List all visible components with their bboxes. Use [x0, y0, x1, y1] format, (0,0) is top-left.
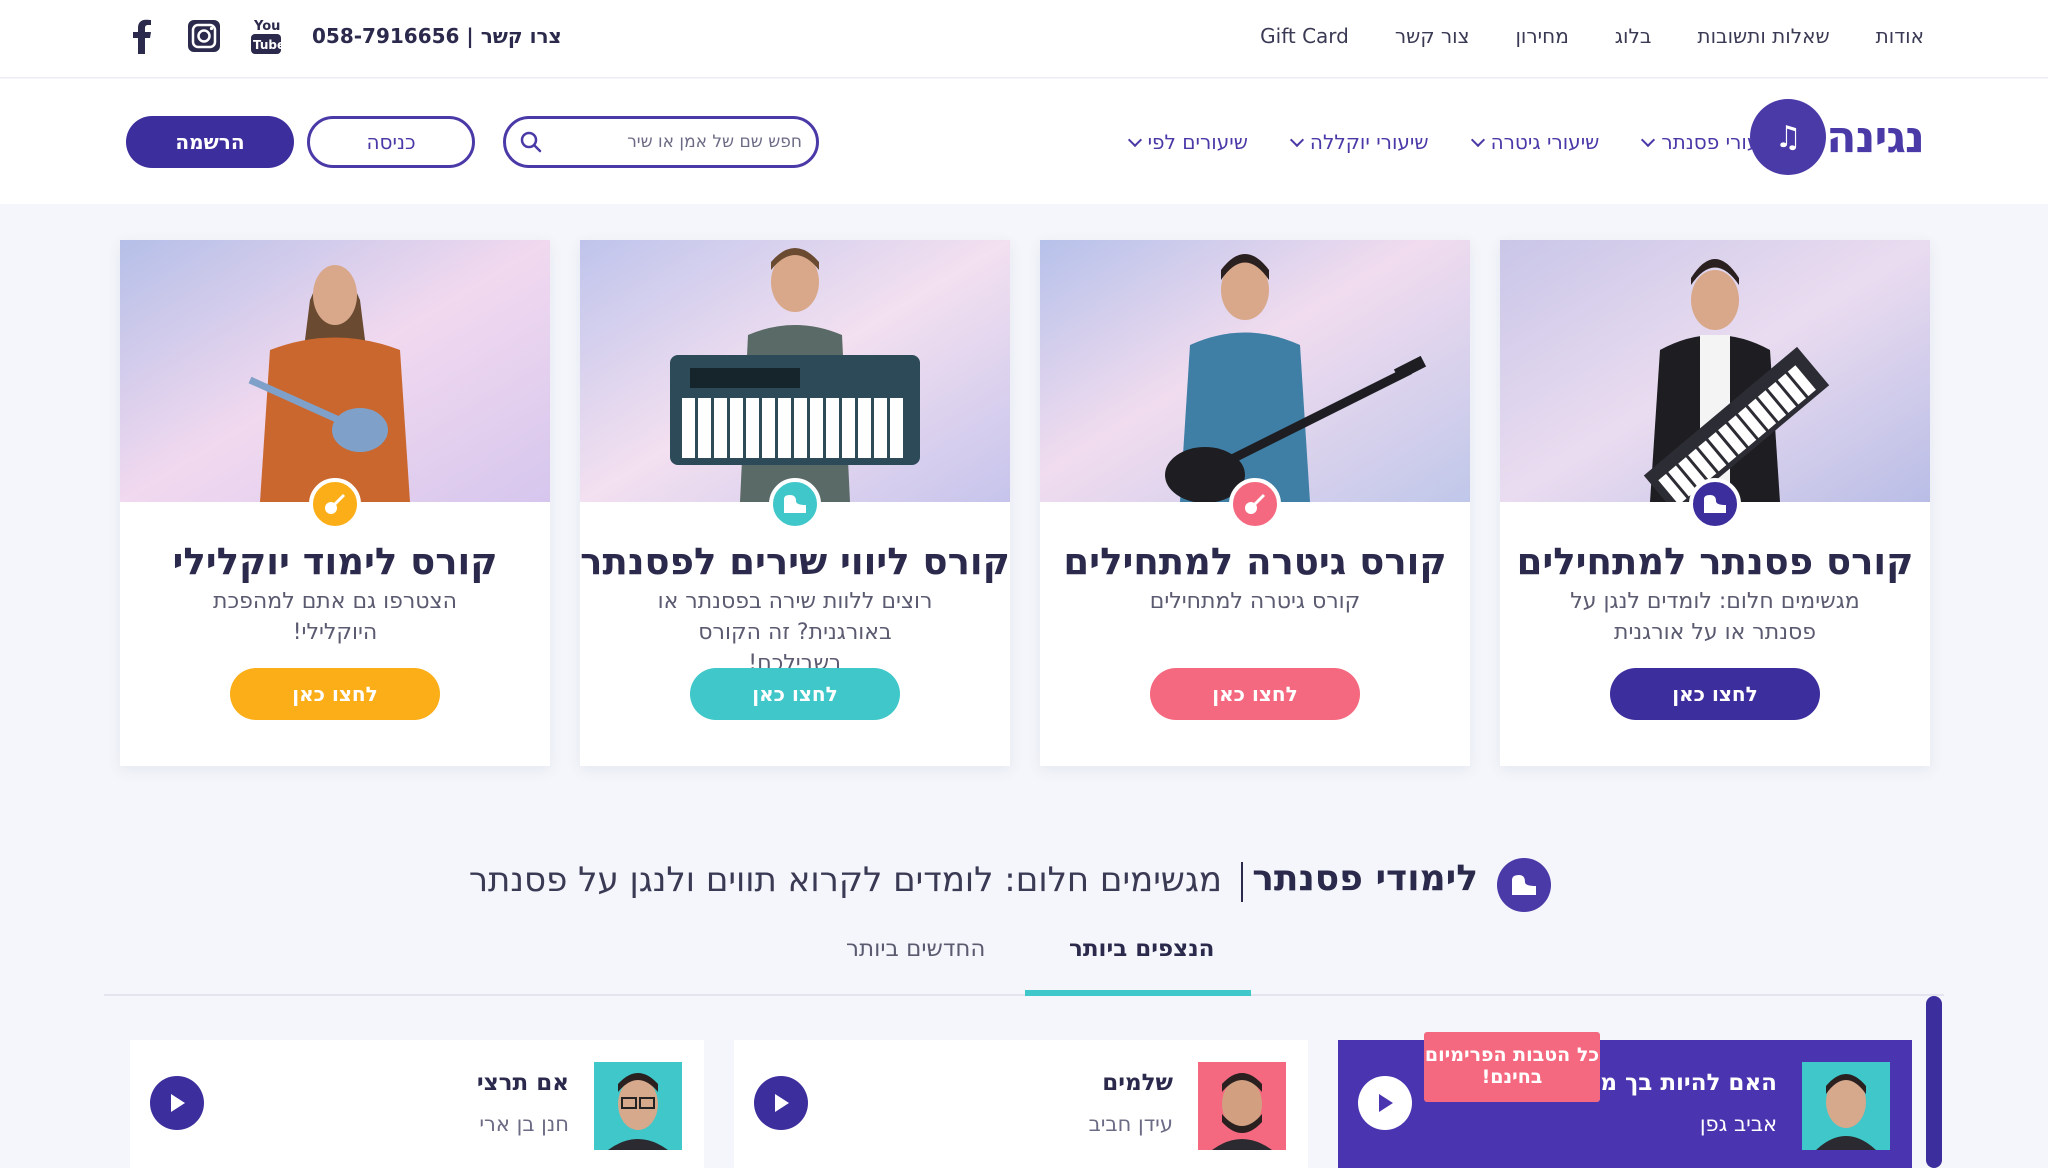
top-nav-pricing[interactable]: מחירון: [1515, 24, 1568, 48]
main-header: נגינה ♫ שיעורי פסנתר שיעורי גיטרה שיעורי…: [0, 79, 2048, 204]
song-item[interactable]: שלמים עידן חביב: [734, 1040, 1308, 1168]
course-card-piano: קורס פסנתר למתחילים מגשימים חלום: לומדים…: [1500, 240, 1930, 766]
guitar-icon: [1229, 478, 1281, 530]
course-card-song-accompaniment: קורס ליווי שירים לפסנתר רוצים ללוות שירה…: [580, 240, 1010, 766]
play-icon[interactable]: [150, 1076, 204, 1130]
premium-promo-badge[interactable]: כל הטבות הפרימיום בחינם!: [1424, 1032, 1600, 1102]
search-box: [503, 116, 819, 168]
chevron-down-icon: [1289, 132, 1304, 147]
chevron-down-icon: [1127, 132, 1142, 147]
course-cta-button[interactable]: לחצו כאן: [1610, 668, 1820, 720]
section-divider: [1241, 862, 1243, 902]
song-name: אם תרצי: [476, 1070, 569, 1096]
piano-icon: [1689, 478, 1741, 530]
song-name: האם להיות בך מא: [1583, 1070, 1777, 1096]
nav-lessons-by[interactable]: שיעורים לפי: [1127, 130, 1248, 154]
logo[interactable]: נגינה ♫: [1750, 99, 1925, 175]
course-cta-button[interactable]: לחצו כאן: [230, 668, 440, 720]
instagram-icon[interactable]: [184, 16, 224, 56]
chevron-down-icon: [1641, 132, 1656, 147]
piano-section-header: לימודי פסנתר מגשימים חלום: לומדים לקרוא …: [0, 848, 2048, 918]
course-title: קורס גיטרה למתחילים: [1063, 540, 1447, 583]
course-image-guitar: [1040, 240, 1470, 502]
course-description: רוצים ללוות שירה בפסנתר או באורגנית? זה …: [657, 589, 933, 676]
course-title: קורס פסנתר למתחילים: [1516, 540, 1914, 583]
top-nav-contact[interactable]: צור קשר: [1395, 24, 1470, 48]
song-name: שלמים: [1102, 1070, 1173, 1096]
main-nav: שיעורי פסנתר שיעורי גיטרה שיעורי יוקללה …: [1127, 130, 1778, 154]
course-cta-button[interactable]: לחצו כאן: [690, 668, 900, 720]
top-nav-blog[interactable]: בלוג: [1615, 24, 1652, 48]
top-nav: אודות שאלות ותשובות בלוג מחירון צור קשר …: [1260, 24, 1924, 48]
active-tab-indicator: [1025, 990, 1251, 996]
tab-most-viewed[interactable]: הנצפים ביותר: [1069, 936, 1214, 962]
course-card-guitar: קורס גיטרה למתחילים קורס גיטרה למתחילים …: [1040, 240, 1470, 766]
nav-piano-lessons[interactable]: שיעורי פסנתר: [1641, 130, 1778, 154]
song-item[interactable]: אם תרצי חנן בן ארי: [130, 1040, 704, 1168]
course-description: מגשימים חלום: לומדים לנגן על פסנתר או על…: [1570, 589, 1860, 645]
nav-guitar-lessons[interactable]: שיעורי גיטרה: [1470, 130, 1599, 154]
course-cta-button[interactable]: לחצו כאן: [1150, 668, 1360, 720]
artist-avatar: [1198, 1062, 1286, 1150]
facebook-icon[interactable]: [122, 16, 162, 56]
piano-icon: [1497, 858, 1551, 912]
social-links: You Tube: [122, 16, 286, 56]
song-artist: חנן בן ארי: [479, 1112, 569, 1136]
section-subtitle: מגשימים חלום: לומדים לקרוא תווים ולנגן ע…: [468, 860, 1222, 900]
svg-text:You: You: [253, 19, 280, 34]
play-icon[interactable]: [754, 1076, 808, 1130]
logo-text: נגינה: [1826, 111, 1925, 163]
tab-newest[interactable]: החדשים ביותר: [846, 936, 985, 962]
course-description: קורס גיטרה למתחילים: [1149, 589, 1361, 614]
course-title: קורס לימוד יוקלילי: [172, 540, 498, 583]
song-artist: עידן חביב: [1088, 1112, 1173, 1136]
course-card-ukulele: קורס לימוד יוקלילי הצטרפו גם אתם למהפכת …: [120, 240, 550, 766]
search-icon[interactable]: [520, 131, 542, 153]
course-description: הצטרפו גם אתם למהפכת היוקלילי!: [213, 589, 457, 645]
login-button[interactable]: כניסה: [307, 116, 475, 168]
course-title: קורס ליווי שירים לפסנתר: [580, 540, 1010, 583]
svg-text:Tube: Tube: [253, 38, 282, 52]
youtube-icon[interactable]: You Tube: [246, 16, 286, 56]
artist-avatar: [594, 1062, 682, 1150]
play-icon[interactable]: [1358, 1076, 1412, 1130]
top-nav-about[interactable]: אודות: [1876, 24, 1924, 48]
tabs-divider: [104, 994, 1944, 996]
course-image-keyboard: [580, 240, 1010, 502]
course-image-ukulele: [120, 240, 550, 502]
piano-icon: [769, 478, 821, 530]
top-bar: אודות שאלות ותשובות בלוג מחירון צור קשר …: [0, 0, 2048, 78]
top-nav-faq[interactable]: שאלות ותשובות: [1697, 24, 1829, 48]
contact-phone[interactable]: צרו קשר | 058-7916656: [312, 24, 562, 48]
artist-avatar: [1802, 1062, 1890, 1150]
signup-button[interactable]: הרשמה: [126, 116, 294, 168]
ukulele-icon: [309, 478, 361, 530]
song-artist: אביב גפן: [1699, 1112, 1777, 1136]
section-title: לימודי פסנתר: [1252, 858, 1478, 899]
list-scrollbar[interactable]: [1926, 996, 1942, 1168]
course-image-piano: [1500, 240, 1930, 502]
search-input[interactable]: [542, 132, 802, 152]
nav-ukulele-lessons[interactable]: שיעורי יוקללה: [1289, 130, 1429, 154]
chevron-down-icon: [1470, 132, 1485, 147]
top-nav-gift-card[interactable]: Gift Card: [1260, 24, 1349, 48]
